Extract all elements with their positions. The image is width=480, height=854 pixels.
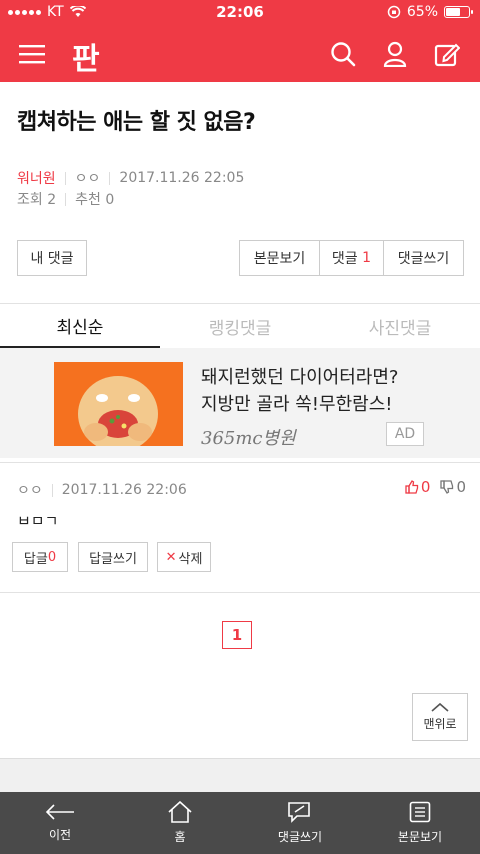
nav-back[interactable]: 이전: [0, 792, 120, 854]
tab-latest[interactable]: 최신순: [0, 304, 160, 348]
document-icon: [409, 801, 431, 823]
app-header: 판: [0, 26, 480, 82]
page-number-current[interactable]: 1: [222, 621, 252, 649]
post-date: 2017.11.26 22:05: [119, 170, 245, 186]
reply-label: 답글: [23, 551, 48, 567]
nav-back-label: 이전: [48, 828, 72, 842]
battery-fill: [446, 8, 460, 16]
nav-home-label: 홈: [174, 830, 186, 844]
thumbs-up-icon: [405, 480, 419, 494]
nav-view-post[interactable]: 본문보기: [360, 792, 480, 854]
ad-banner[interactable]: 돼지런했던 다이어터라면? 지방만 골라 쏙!무한람스! 365mc병원 AD: [0, 348, 480, 458]
ad-copy: 돼지런했던 다이어터라면? 지방만 골라 쏙!무한람스!: [201, 364, 398, 418]
ad-line-1: 돼지런했던 다이어터라면?: [201, 367, 399, 388]
chevron-up-icon: [431, 702, 449, 712]
post-recommend: 추천 0: [75, 192, 115, 208]
my-comments-button[interactable]: 내 댓글: [17, 240, 87, 276]
status-bar: KT 22:06 65%: [0, 0, 480, 26]
app-root: KT 22:06 65% 판 캡쳐하는 애는 할 짓 없음? 워너원 ㅇㅇ 20…: [0, 0, 480, 854]
write-button[interactable]: [429, 36, 465, 72]
menu-icon: [19, 45, 45, 64]
comment-date: 2017.11.26 22:06: [61, 482, 187, 498]
edit-icon: [434, 43, 460, 67]
search-button[interactable]: [325, 36, 361, 72]
post-views: 조회 2: [17, 192, 57, 208]
comment-top-divider: [0, 462, 480, 463]
ad-illustration: [54, 362, 183, 446]
comment-votes: 0 0: [405, 478, 466, 496]
status-right: 65%: [387, 4, 473, 20]
dislike-button[interactable]: 0: [440, 478, 466, 496]
footer-strip: [0, 758, 480, 792]
logo[interactable]: 판: [72, 34, 100, 78]
ad-tag: AD: [386, 422, 424, 446]
nav-write-comment[interactable]: 댓글쓰기: [240, 792, 360, 854]
nav-write-comment-label: 댓글쓰기: [277, 830, 323, 844]
post-actions-group: 본문보기 댓글 1 댓글쓰기: [239, 240, 464, 276]
comments-button[interactable]: 댓글 1: [320, 241, 384, 275]
tab-photo[interactable]: 사진댓글: [320, 304, 480, 348]
post-nickname: ㅇㅇ: [74, 171, 101, 187]
like-button[interactable]: 0: [405, 478, 431, 496]
ad-brand: 365mc병원: [201, 428, 296, 449]
write-reply-button[interactable]: 답글쓰기: [78, 542, 148, 572]
nav-home[interactable]: 홈: [120, 792, 240, 854]
delete-button[interactable]: ✕ 삭제: [157, 542, 211, 572]
comment-body: ㅂㅁㄱ: [17, 512, 59, 530]
home-icon: [168, 801, 192, 823]
tab-ranking[interactable]: 랭킹댓글: [160, 304, 320, 348]
menu-button[interactable]: [14, 36, 50, 72]
bottom-nav: 이전 홈 댓글쓰기 본문보기: [0, 792, 480, 854]
meta-divider: [109, 171, 111, 185]
comments-label: 댓글: [331, 251, 358, 267]
profile-button[interactable]: [377, 36, 413, 72]
view-post-button[interactable]: 본문보기: [240, 241, 320, 275]
delete-label: 삭제: [178, 551, 203, 567]
scroll-top-label: 맨위로: [423, 717, 457, 731]
reply-count: 0: [47, 549, 57, 565]
comment-write-icon: [288, 802, 310, 823]
ad-image: [54, 362, 183, 446]
comment-bottom-divider: [0, 592, 480, 593]
ad-line-2: 지방만 골라 쏙!무한람스!: [201, 394, 393, 415]
meta-divider: [64, 171, 66, 185]
post-meta-stats: 조회 2 추천 0: [17, 189, 114, 209]
scroll-top-button[interactable]: 맨위로: [412, 693, 468, 741]
thumbs-down-icon: [440, 480, 454, 494]
write-comment-button[interactable]: 댓글쓰기: [384, 241, 463, 275]
meta-divider: [51, 483, 53, 497]
battery-percent: 65%: [406, 4, 438, 20]
dislike-count: 0: [456, 478, 466, 496]
orientation-lock-icon: [387, 5, 401, 19]
user-icon: [383, 41, 407, 67]
battery-icon: [444, 6, 473, 18]
meta-divider: [65, 192, 67, 206]
post-title: 캡쳐하는 애는 할 짓 없음?: [17, 110, 256, 135]
back-arrow-icon: [45, 804, 74, 820]
comment-tabs: 최신순 랭킹댓글 사진댓글: [0, 304, 480, 348]
reply-button[interactable]: 답글 0: [12, 542, 68, 572]
comments-count: 1: [362, 250, 372, 266]
nav-view-post-label: 본문보기: [397, 830, 443, 844]
comment-author: ㅇㅇ: [17, 483, 43, 499]
delete-x-icon: ✕: [165, 549, 177, 565]
like-count: 0: [420, 478, 431, 496]
comment-meta: ㅇㅇ 2017.11.26 22:06: [17, 480, 187, 500]
post-meta-author: 워너원 ㅇㅇ 2017.11.26 22:05: [17, 168, 244, 188]
search-icon: [331, 42, 356, 67]
post-author[interactable]: 워너원: [17, 168, 56, 188]
